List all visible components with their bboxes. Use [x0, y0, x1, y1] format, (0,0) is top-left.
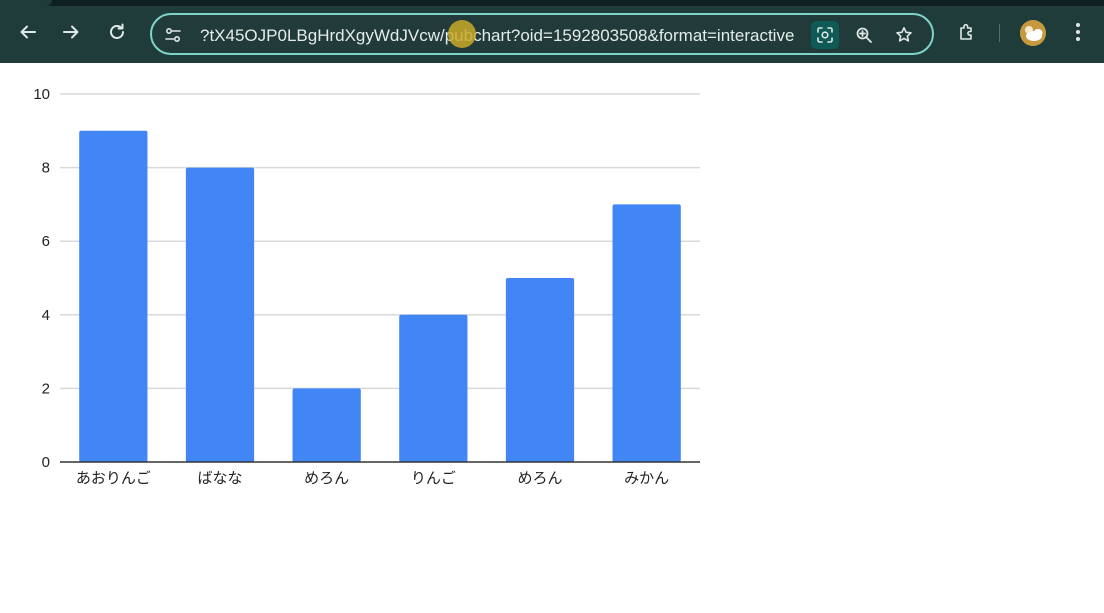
three-dots-vertical-icon — [1076, 23, 1080, 41]
bar — [505, 278, 575, 462]
back-button[interactable] — [12, 16, 44, 48]
tune-settings-icon — [165, 27, 181, 43]
google-lens-icon — [817, 27, 833, 43]
bar — [292, 388, 361, 462]
x-tick-label: みかん — [624, 470, 669, 487]
mouse-cursor-highlight — [448, 20, 476, 48]
x-tick-label: めろん — [517, 470, 562, 487]
y-tick-label: 10 — [33, 86, 50, 103]
y-tick-label: 2 — [42, 380, 50, 397]
active-tab-edge — [0, 0, 52, 6]
y-tick-label: 4 — [42, 307, 50, 324]
bars — [79, 130, 681, 463]
gridlines — [60, 93, 700, 390]
tab-strip — [0, 0, 1104, 6]
address-bar[interactable]: ?tX45OJP0LBgHrdXgyWdJVcw/pubchart?oid=15… — [150, 13, 934, 55]
forward-button[interactable] — [55, 16, 87, 48]
url-text[interactable]: ?tX45OJP0LBgHrdXgyWdJVcw/pubchart?oid=15… — [200, 25, 800, 47]
puzzle-piece-icon — [960, 23, 972, 40]
google-lens-button[interactable] — [811, 21, 839, 49]
bar — [399, 314, 468, 462]
x-tick-label: りんご — [411, 470, 456, 487]
y-tick-label: 6 — [42, 233, 50, 250]
bar — [79, 130, 148, 463]
y-tick-label: 8 — [42, 160, 50, 177]
y-tick-label: 0 — [42, 454, 50, 471]
profile-avatar[interactable] — [1020, 20, 1046, 46]
star-icon — [896, 27, 912, 42]
arrow-left-icon — [20, 25, 36, 39]
bar — [185, 167, 255, 462]
extensions-button[interactable] — [951, 16, 983, 48]
avatar-icon — [1020, 20, 1046, 46]
zoom-button[interactable] — [850, 21, 878, 49]
bar-chart: 0 2 4 6 8 10 あおりんご ばなな めろん りんご めろん みかん — [33, 86, 700, 487]
bookmark-button[interactable] — [890, 21, 918, 49]
x-tick-label: ばなな — [197, 470, 242, 487]
toolbar-divider — [999, 24, 1000, 42]
x-tick-label: あおりんご — [76, 470, 151, 487]
arrow-right-icon — [63, 25, 79, 39]
zoom-in-icon — [856, 27, 872, 43]
site-info-button[interactable] — [159, 21, 187, 49]
refresh-icon — [110, 23, 124, 39]
bar — [612, 204, 681, 462]
browser-toolbar: ?tX45OJP0LBgHrdXgyWdJVcw/pubchart?oid=15… — [0, 0, 1104, 63]
chart-container: 0 2 4 6 8 10 あおりんご ばなな めろん りんご めろん みかん — [0, 63, 1104, 609]
reload-button[interactable] — [101, 16, 133, 48]
x-tick-label: めろん — [304, 470, 349, 487]
menu-button[interactable] — [1062, 16, 1094, 48]
